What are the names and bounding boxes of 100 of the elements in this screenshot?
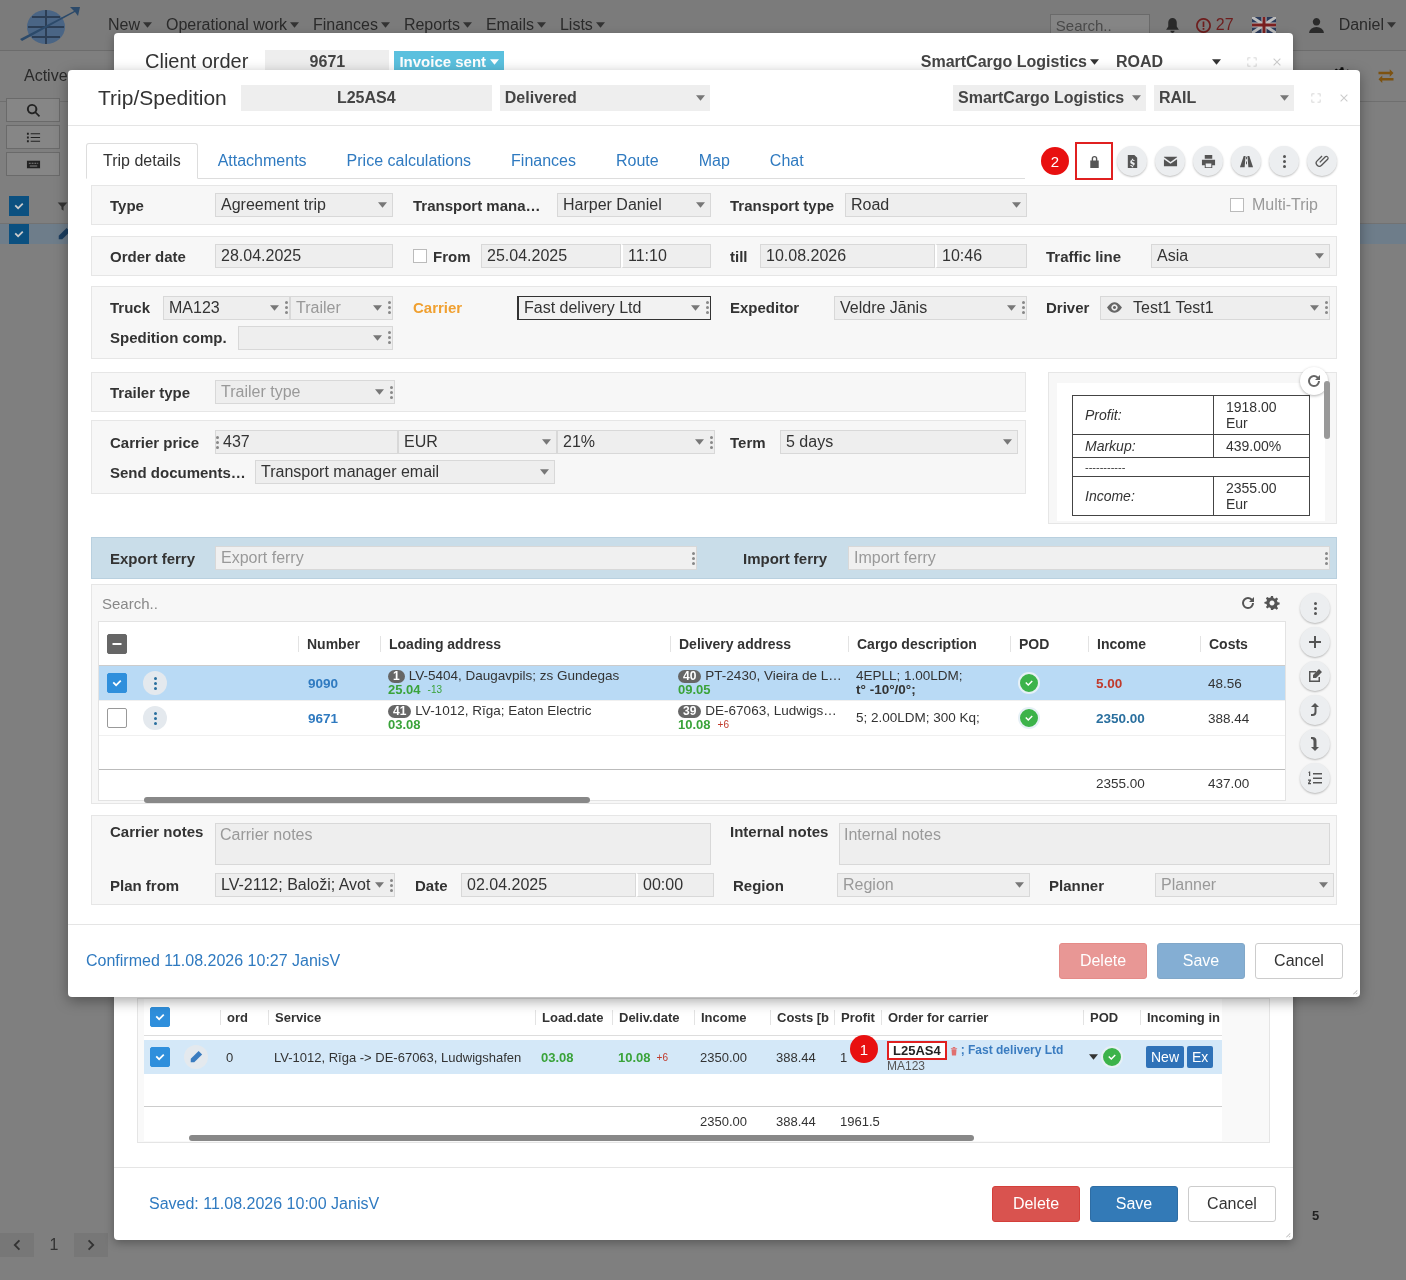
column-header[interactable]: Service <box>268 1009 535 1025</box>
move-up-button[interactable] <box>1300 695 1330 725</box>
move-down-button[interactable] <box>1300 729 1330 759</box>
time-field[interactable]: 10:46 <box>935 244 1027 268</box>
add-button[interactable] <box>1300 627 1330 657</box>
multi-trip-checkbox[interactable] <box>1229 198 1244 212</box>
pencil-icon[interactable] <box>57 227 71 241</box>
order-date-field[interactable]: 28.04.2025 <box>215 244 393 268</box>
user-icon[interactable] <box>1307 16 1325 34</box>
trash-icon[interactable] <box>948 1045 959 1056</box>
column-header[interactable]: Profit <box>834 1009 881 1025</box>
company-select[interactable]: SmartCargo Logistics <box>953 84 1146 111</box>
column-header[interactable]: Order for carrier <box>881 1009 1083 1025</box>
tab[interactable]: Attachments <box>197 143 327 179</box>
row-checkbox[interactable] <box>107 673 127 693</box>
driver-select[interactable]: Test1 Test1 <box>1100 295 1330 320</box>
row-checkbox[interactable] <box>9 224 29 244</box>
date-field[interactable]: 10.08.2026 <box>760 244 935 268</box>
scrollbar[interactable] <box>144 797 590 803</box>
transport-mode-dropdown[interactable]: ROAD <box>1116 52 1221 71</box>
edit-button[interactable] <box>1300 661 1330 691</box>
refresh-button[interactable] <box>1300 367 1328 395</box>
dialog-button[interactable]: Cancel <box>1255 943 1343 979</box>
column-header[interactable]: POD <box>1083 1009 1140 1025</box>
tab[interactable]: Finances <box>491 143 596 179</box>
date-field[interactable]: 02.04.2025 <box>461 873 636 897</box>
tab[interactable]: Price calculations <box>326 143 492 179</box>
column-header[interactable]: Delivery address <box>670 635 848 652</box>
plan-from-select[interactable]: LV-2112; Baloži; Avot <box>215 873 395 897</box>
tab[interactable]: Trip details <box>86 143 198 179</box>
tab[interactable]: Map <box>678 143 750 179</box>
refresh-icon[interactable] <box>1240 595 1256 611</box>
truck-select[interactable]: MA123 <box>163 295 290 320</box>
invoice-button[interactable] <box>1117 146 1147 176</box>
currency-select[interactable]: EUR <box>398 430 557 454</box>
price-field[interactable]: 437 <box>215 430 398 454</box>
keyboard-button[interactable] <box>6 152 60 176</box>
numbering-button[interactable] <box>1300 763 1330 793</box>
transport-type-select[interactable]: Road <box>845 193 1027 217</box>
traffic-line-select[interactable]: Asia <box>1151 244 1330 268</box>
select-all-checkbox[interactable] <box>9 196 29 216</box>
column-header[interactable]: Costs [b <box>770 1009 834 1025</box>
email-button[interactable] <box>1155 146 1185 176</box>
row-menu-button[interactable] <box>143 706 167 730</box>
order-code[interactable]: L25AS4 <box>887 1041 947 1060</box>
row-menu-button[interactable] <box>143 671 167 695</box>
attach-button[interactable] <box>1307 146 1337 176</box>
column-header[interactable]: Number <box>298 635 380 652</box>
alert-icon[interactable] <box>1194 16 1212 34</box>
nav-menu-item[interactable]: Operational work <box>166 16 299 34</box>
settings-icon[interactable] <box>1264 595 1280 611</box>
column-header[interactable]: Income <box>694 1009 770 1025</box>
date-field[interactable]: 25.04.2025 <box>481 244 621 268</box>
vat-select[interactable]: 21% <box>557 430 715 454</box>
column-header[interactable]: Load.date <box>535 1009 612 1025</box>
trip-number-field[interactable]: L25AS4 <box>240 84 492 111</box>
row-checkbox[interactable] <box>150 1047 170 1067</box>
search-button[interactable] <box>6 98 60 122</box>
row-checkbox[interactable] <box>107 708 127 728</box>
dialog-button[interactable]: Save <box>1090 1186 1178 1222</box>
column-header[interactable]: Costs <box>1200 635 1279 652</box>
select-all-checkbox[interactable] <box>107 633 127 654</box>
bell-icon[interactable] <box>1163 16 1181 34</box>
caret-icon[interactable] <box>1089 1054 1098 1060</box>
tab[interactable]: Chat <box>749 143 824 179</box>
column-header[interactable]: Loading address <box>380 635 670 652</box>
from-checkbox[interactable] <box>413 249 427 263</box>
scrollbar[interactable] <box>189 1135 974 1141</box>
send-documents-select[interactable]: Transport manager email <box>255 460 555 484</box>
manager-select[interactable]: Harper Daniel <box>557 193 711 217</box>
type-select[interactable]: Agreement trip <box>215 193 393 217</box>
list-button[interactable] <box>6 125 60 149</box>
dialog-button[interactable]: Delete <box>992 1186 1080 1222</box>
scrollbar[interactable] <box>1324 381 1330 439</box>
time-field[interactable]: 00:00 <box>636 873 714 897</box>
transport-mode-select[interactable]: RAIL <box>1154 84 1294 111</box>
column-header[interactable]: POD <box>1010 635 1088 652</box>
invoice-button[interactable]: Ex <box>1187 1046 1214 1068</box>
carrier-select[interactable]: Fast delivery Ltd <box>517 295 711 320</box>
more-button[interactable] <box>1269 146 1299 176</box>
dialog-button[interactable]: Cancel <box>1188 1186 1276 1222</box>
time-field[interactable]: 11:10 <box>621 244 711 268</box>
print-button[interactable] <box>1193 146 1223 176</box>
column-header[interactable]: Cargo description <box>848 635 1010 652</box>
next-page-button[interactable] <box>74 1233 108 1257</box>
previous-page-button[interactable] <box>0 1233 34 1257</box>
select-all-checkbox[interactable] <box>150 1007 170 1027</box>
column-header[interactable]: Deliv.date <box>612 1009 694 1025</box>
user-menu[interactable]: Daniel <box>1338 16 1396 34</box>
company-dropdown[interactable]: SmartCargo Logistics <box>920 52 1099 71</box>
cargo-number-link[interactable]: 9671 <box>308 710 339 726</box>
column-header[interactable]: Income <box>1088 635 1200 652</box>
status-select[interactable]: Delivered <box>499 84 710 111</box>
expeditor-select[interactable]: Veldre Jānis <box>834 295 1027 320</box>
road-button[interactable] <box>1231 146 1261 176</box>
column-header[interactable]: Incoming in <box>1140 1009 1222 1025</box>
tab[interactable]: Route <box>596 143 679 179</box>
column-header[interactable]: ord <box>220 1009 268 1025</box>
edit-button[interactable] <box>184 1045 208 1069</box>
flag-icon[interactable] <box>1251 17 1276 33</box>
